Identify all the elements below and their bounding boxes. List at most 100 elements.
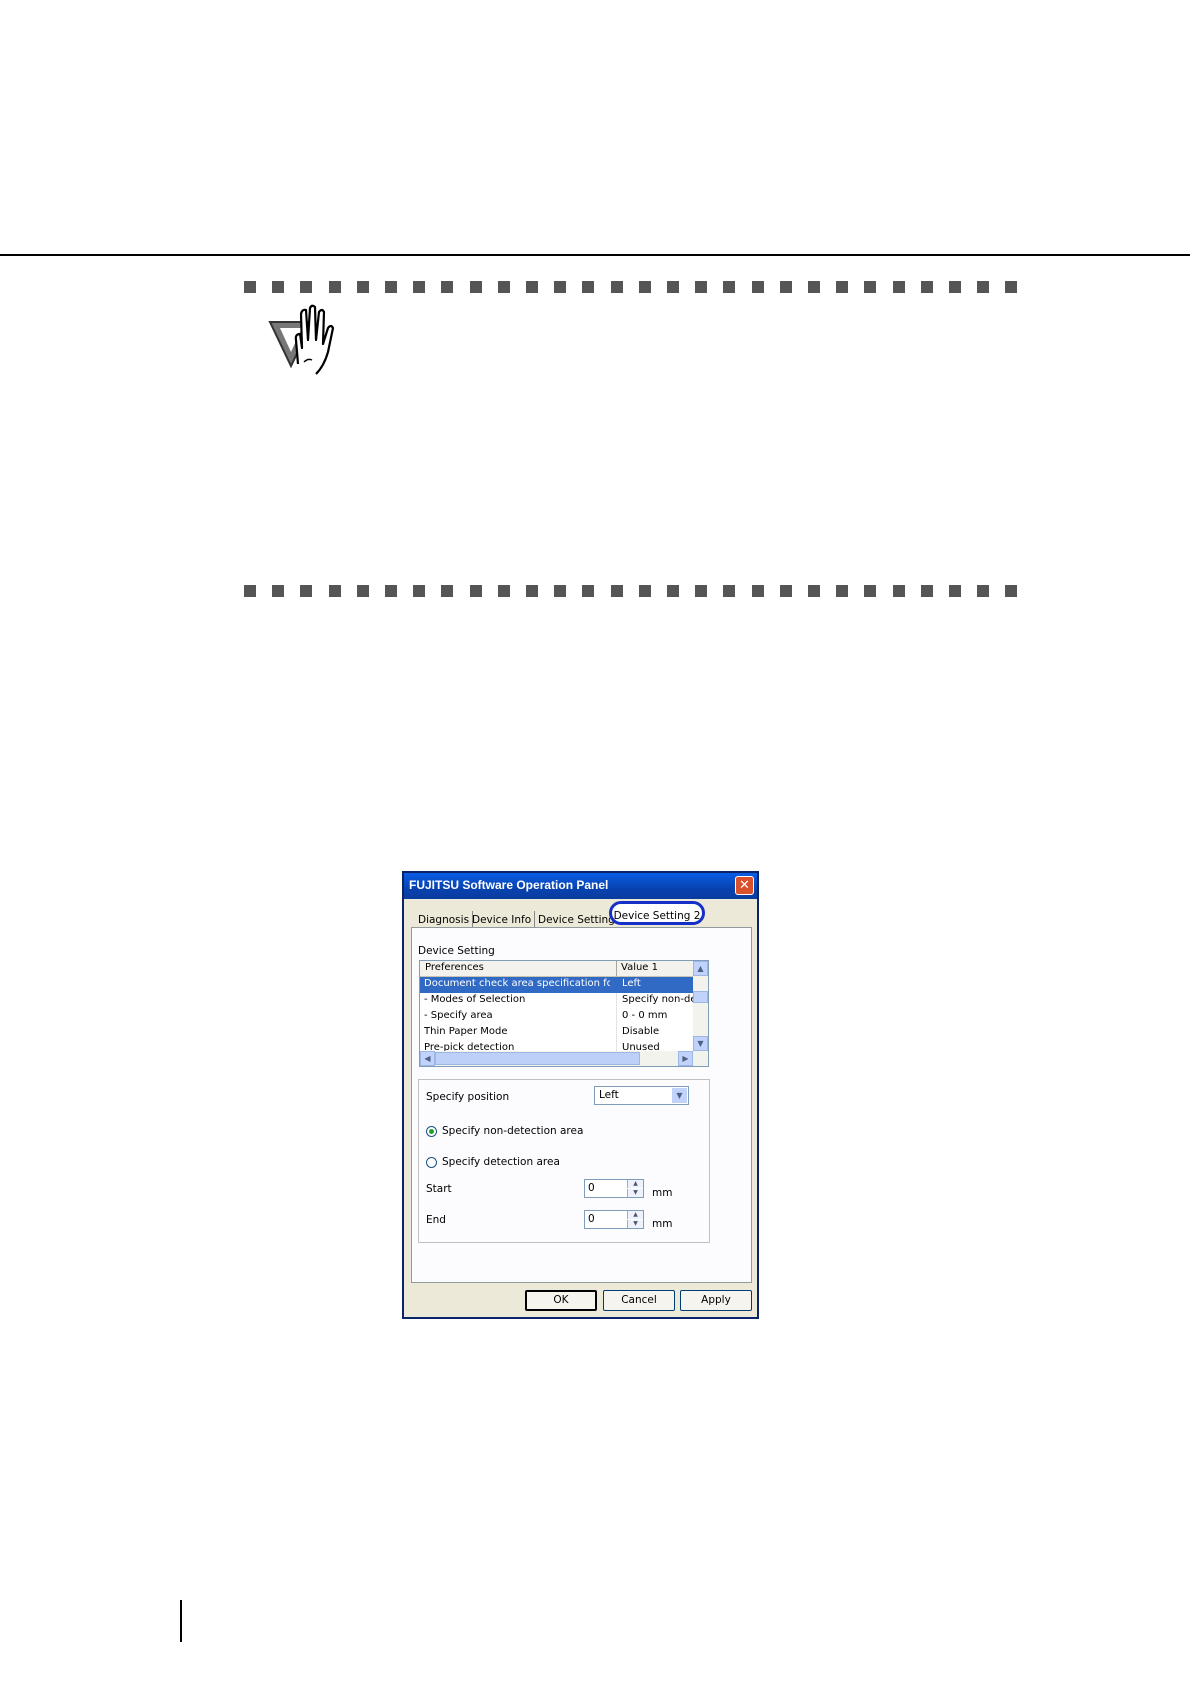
end-unit: mm: [652, 1218, 673, 1230]
detection-radio[interactable]: [426, 1157, 437, 1168]
divider-square: [469, 281, 482, 293]
list-item-value: Disable: [622, 1026, 660, 1037]
divider-square: [385, 585, 397, 597]
end-stepper[interactable]: 0 ▲ ▼: [584, 1210, 644, 1229]
divider-square: [582, 585, 595, 597]
divider-square: [610, 281, 623, 293]
list-item[interactable]: Thin Paper Mode Disable: [420, 1025, 695, 1041]
scroll-right-icon[interactable]: ▶: [678, 1051, 693, 1066]
divider-square: [808, 585, 820, 597]
divider-square: [554, 281, 567, 293]
column-header-preferences[interactable]: Preferences: [425, 962, 484, 973]
divider-square: [836, 585, 849, 597]
horizontal-scroll-thumb[interactable]: [435, 1052, 640, 1065]
chevron-down-icon[interactable]: ▼: [672, 1088, 687, 1103]
divider-square: [385, 281, 397, 293]
divider-square: [779, 585, 792, 597]
list-item-preference: Thin Paper Mode: [424, 1026, 508, 1037]
footer-marker: [180, 1600, 182, 1642]
non-detection-label[interactable]: Specify non-detection area: [442, 1125, 583, 1137]
divider-square: [413, 281, 426, 293]
divider-square: [526, 585, 538, 597]
decrement-icon[interactable]: ▼: [627, 1189, 643, 1197]
divider-square: [300, 281, 313, 293]
divider-square: [723, 281, 736, 293]
divider-square: [920, 585, 933, 597]
cancel-button[interactable]: Cancel: [603, 1290, 675, 1311]
divider-square: [977, 585, 990, 597]
divider-square: [356, 281, 369, 293]
divider-square: [1005, 585, 1018, 597]
increment-icon[interactable]: ▲: [627, 1211, 643, 1219]
end-label: End: [426, 1214, 446, 1226]
non-detection-radio[interactable]: [426, 1126, 437, 1137]
divider-square: [695, 585, 708, 597]
list-item[interactable]: Document check area specification for ..…: [420, 977, 695, 993]
divider-square: [244, 281, 256, 293]
list-item-preference: - Specify area: [424, 1010, 493, 1021]
divider-square: [441, 281, 454, 293]
divider-square: [779, 281, 792, 293]
divider-square: [638, 281, 651, 293]
caution-hand-icon: [268, 304, 335, 375]
list-item-value: Specify non-det: [622, 994, 694, 1005]
divider-square: [864, 281, 877, 293]
list-item-preference: Document check area specification for ..…: [424, 978, 610, 989]
scroll-thumb[interactable]: [693, 991, 708, 1003]
divider-square: [751, 281, 764, 293]
decrement-icon[interactable]: ▼: [627, 1220, 643, 1228]
divider-square: [949, 281, 961, 293]
apply-button[interactable]: Apply: [680, 1290, 752, 1311]
title-bar[interactable]: FUJITSU Software Operation Panel ✕: [404, 873, 757, 899]
vertical-scrollbar[interactable]: ▲ ▼: [693, 961, 708, 1051]
divider-square: [300, 585, 313, 597]
scroll-down-icon[interactable]: ▼: [693, 1036, 708, 1051]
divider-square: [413, 585, 426, 597]
divider-square: [723, 585, 736, 597]
divider-square: [667, 281, 679, 293]
column-separator: [616, 1009, 617, 1025]
divider-square: [328, 281, 341, 293]
preferences-list[interactable]: Preferences Value 1 Document check area …: [419, 960, 709, 1067]
ok-button[interactable]: OK: [525, 1290, 597, 1311]
caution-bottom-divider: [244, 585, 1024, 599]
list-header: Preferences Value 1: [420, 961, 708, 977]
divider-square: [469, 585, 482, 597]
divider-square: [864, 585, 877, 597]
divider-square: [695, 281, 708, 293]
list-item[interactable]: - Modes of Selection Specify non-det: [420, 993, 695, 1009]
divider-square: [497, 585, 510, 597]
position-dropdown-value: Left: [599, 1089, 619, 1101]
divider-square: [1005, 281, 1018, 293]
start-stepper[interactable]: 0 ▲ ▼: [584, 1179, 644, 1198]
divider-square: [356, 585, 369, 597]
list-item-value: Left: [622, 978, 641, 989]
caution-top-divider: [244, 281, 1024, 295]
scroll-left-icon[interactable]: ◀: [420, 1051, 435, 1066]
column-header-value[interactable]: Value 1: [621, 962, 658, 973]
position-dropdown[interactable]: Left ▼: [594, 1086, 689, 1105]
horizontal-scrollbar[interactable]: ◀ ▶: [420, 1051, 708, 1066]
divider-square: [244, 585, 256, 597]
scroll-up-icon[interactable]: ▲: [693, 961, 708, 976]
specify-position-label: Specify position: [426, 1091, 510, 1103]
column-separator: [616, 993, 617, 1009]
divider-square: [610, 585, 623, 597]
list-item-value: 0 - 0 mm: [622, 1010, 668, 1021]
divider-square: [272, 281, 285, 293]
list-item[interactable]: - Specify area 0 - 0 mm: [420, 1009, 695, 1025]
tab-device-setting-2[interactable]: Device Setting 2: [609, 901, 705, 925]
divider-square: [638, 585, 651, 597]
detection-label[interactable]: Specify detection area: [442, 1156, 560, 1168]
divider-square: [836, 281, 849, 293]
increment-icon[interactable]: ▲: [627, 1180, 643, 1188]
start-label: Start: [426, 1183, 452, 1195]
divider-square: [751, 585, 764, 597]
divider-square: [667, 585, 679, 597]
column-separator: [616, 961, 617, 976]
operation-panel-dialog: FUJITSU Software Operation Panel ✕ Diagn…: [402, 871, 759, 1319]
close-icon[interactable]: ✕: [735, 876, 754, 895]
header-rule: [0, 254, 1190, 256]
divider-square: [497, 281, 510, 293]
divider-square: [920, 281, 933, 293]
